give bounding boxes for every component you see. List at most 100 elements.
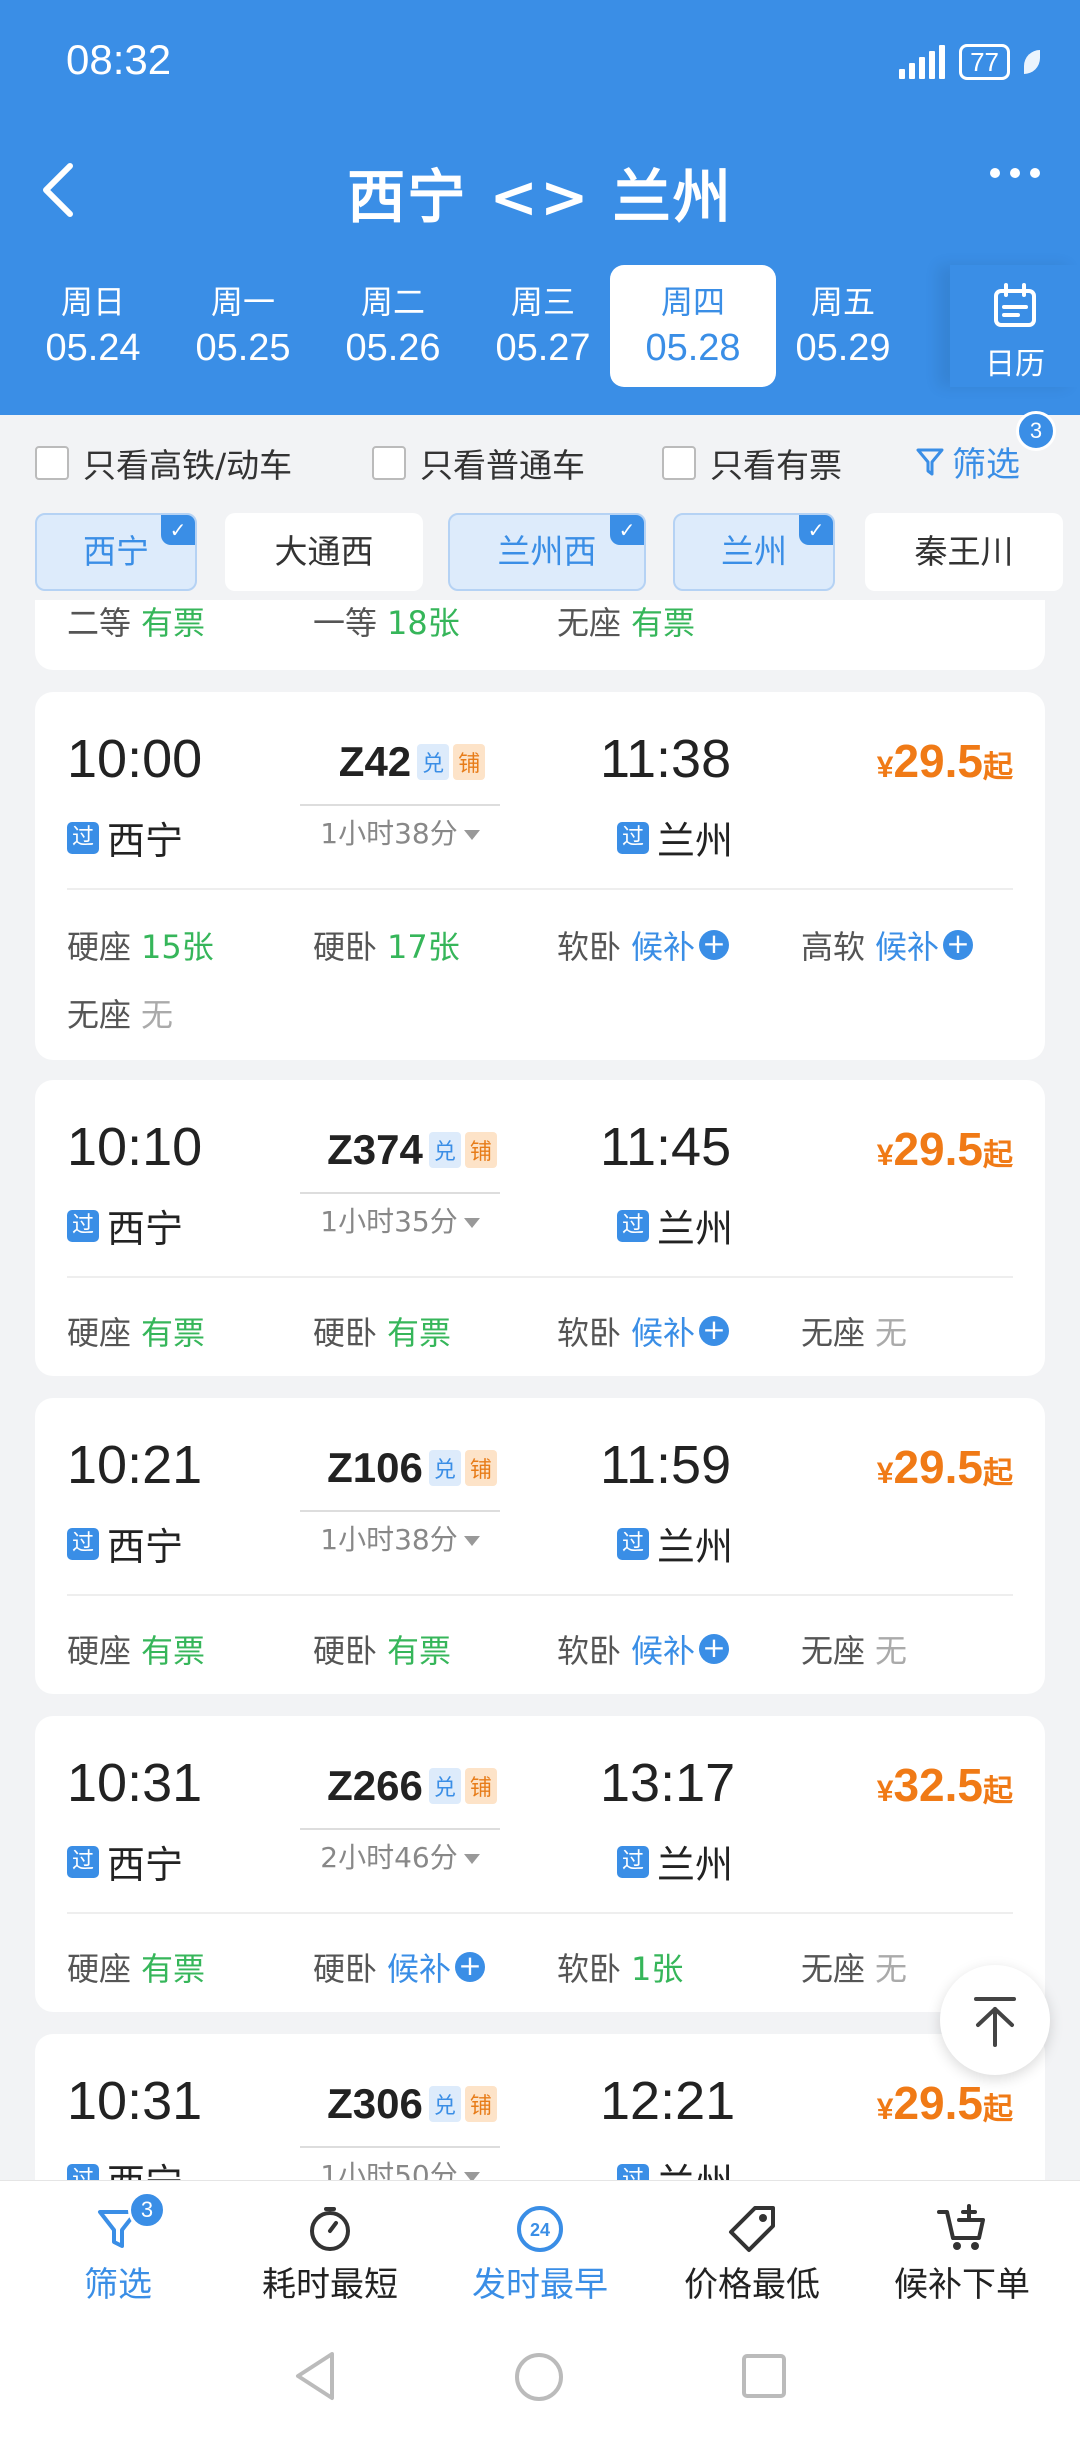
train-card[interactable]: 10:31 过 西宁 Z266 兑铺 2小时46分 13:17 过 兰州 ¥32.…	[35, 1716, 1045, 2012]
seat-availability: 有票	[387, 1314, 452, 1352]
departure-time: 10:31	[67, 1753, 203, 1813]
arrival-time: 11:59	[600, 1435, 732, 1495]
seat-info: 硬卧 17张	[313, 922, 460, 968]
pass-through-badge: 过	[617, 1527, 649, 1560]
departure-time: 10:00	[67, 729, 203, 789]
waitlist-order-tab[interactable]: 候补下单	[854, 2201, 1070, 2306]
plus-circle-icon: +	[699, 1634, 730, 1664]
departure-station: 过 西宁	[67, 2152, 183, 2180]
station-chip-selected[interactable]: 西宁 ✓	[35, 513, 197, 591]
high-speed-checkbox[interactable]: 只看高铁/动车	[35, 439, 292, 487]
seat-info: 硬座 有票	[67, 1308, 205, 1354]
price-suffix: 起	[983, 1139, 1013, 1172]
plus-circle-icon: +	[455, 1952, 486, 1982]
pass-through-badge: 过	[617, 821, 649, 854]
train-card[interactable]: 10:00 过 西宁 Z42 兑铺 1小时38分 11:38 过 兰州 ¥29.5…	[35, 692, 1045, 1060]
seat-label: 一等	[313, 604, 378, 642]
date-tab[interactable]: 周三 05.27	[468, 265, 618, 387]
station-chip[interactable]: 大通西	[225, 513, 423, 591]
price: ¥29.5起	[877, 1440, 1013, 1494]
seat-info-waitlist[interactable]: 软卧 候补 +	[557, 922, 730, 968]
exchange-tag: 兑	[428, 1768, 461, 1804]
arrival-time: 12:21	[600, 2071, 736, 2131]
departure-station: 过 西宁	[67, 1198, 183, 1253]
train-card[interactable]: 10:31 过 西宁 Z306兑铺 1小时50分 12:21 过 兰州 ¥29.…	[35, 2034, 1045, 2180]
seat-label: 无座	[801, 1632, 866, 1670]
date-tab[interactable]: 周五 05.29	[768, 265, 918, 387]
station-chip-label: 大通西	[274, 532, 374, 571]
seat-label: 硬卧	[313, 1632, 378, 1670]
battery-icon: 77	[959, 44, 1010, 80]
earliest-departure-tab[interactable]: 24 发时最早	[432, 2201, 648, 2306]
seat-availability: 无	[875, 1314, 908, 1352]
station-name: 西宁	[107, 1207, 184, 1251]
train-card-partial[interactable]: 二等 有票 一等 18张 无座 有票	[35, 600, 1045, 670]
home-circle-icon[interactable]	[512, 2350, 566, 2404]
station-chip-label: 兰州西	[497, 532, 597, 571]
date-tab-selected[interactable]: 周四 05.28	[610, 265, 776, 387]
pass-through-badge: 过	[617, 1845, 649, 1878]
departure-time: 10:21	[67, 1435, 203, 1495]
back-triangle-icon[interactable]	[292, 2350, 338, 2402]
departure-station: 过 西宁	[67, 810, 183, 865]
date-tab[interactable]: 周二 05.26	[318, 265, 468, 387]
date-value: 05.24	[45, 327, 141, 369]
seat-info-waitlist[interactable]: 高软 候补 +	[801, 922, 974, 968]
train-card[interactable]: 10:21 过 西宁 Z106 兑铺 1小时38分 11:59 过 兰州 ¥29.…	[35, 1398, 1045, 1694]
filter-tab[interactable]: 3 筛选	[10, 2191, 226, 2306]
duration-toggle[interactable]: 1小时50分	[300, 2146, 500, 2180]
scroll-to-top-button[interactable]	[940, 1965, 1050, 2075]
seat-label: 无座	[801, 1950, 866, 1988]
price: ¥29.5起	[877, 2076, 1013, 2130]
lowest-price-tab[interactable]: 价格最低	[644, 2201, 860, 2306]
date-value: 05.28	[645, 327, 741, 369]
divider	[67, 888, 1013, 890]
seat-info: 硬座 有票	[67, 1944, 205, 1990]
price-suffix: 起	[983, 1775, 1013, 1808]
seat-availability: 无	[141, 996, 174, 1034]
pass-through-badge: 过	[67, 2163, 99, 2180]
train-card[interactable]: 10:10 过 西宁 Z374 兑铺 1小时35分 11:45 过 兰州 ¥29.…	[35, 1080, 1045, 1376]
seat-availability: 17张	[387, 928, 460, 966]
duration-toggle[interactable]: 1小时38分	[300, 1510, 500, 1558]
screen-filter-button[interactable]: 筛选 3	[916, 411, 1056, 486]
date-tab[interactable]: 周日 05.24	[18, 265, 168, 387]
price-value: 29.5	[893, 1441, 983, 1493]
train-number: Z374 兑铺	[307, 1126, 517, 1174]
calendar-label: 日历	[985, 347, 1045, 382]
seat-info-waitlist[interactable]: 软卧 候补 +	[557, 1308, 730, 1354]
arrival-time: 11:38	[600, 729, 732, 789]
price-suffix: 起	[983, 1457, 1013, 1490]
train-code: Z42	[338, 738, 412, 785]
date-tab[interactable]: 周一 05.25	[168, 265, 318, 387]
train-number: Z106 兑铺	[307, 1444, 517, 1492]
date-weekday: 周一	[210, 283, 275, 321]
duration-toggle[interactable]: 1小时38分	[300, 804, 500, 852]
seat-label: 硬卧	[313, 1950, 378, 1988]
checkbox-icon	[662, 446, 696, 480]
seat-label: 无座	[67, 996, 132, 1034]
calendar-button[interactable]: 日历	[950, 265, 1080, 387]
station-chip-selected[interactable]: 兰州 ✓	[673, 513, 835, 591]
seat-info: 硬座 有票	[67, 1626, 205, 1672]
seat-availability: 有票	[141, 1632, 206, 1670]
plus-circle-icon: +	[699, 1316, 730, 1346]
train-list[interactable]: 二等 有票 一等 18张 无座 有票 10:00 过 西宁 Z42 兑铺 1小时3…	[0, 600, 1080, 2180]
seat-availability: 18张	[387, 604, 460, 642]
seat-info: 一等 18张	[313, 600, 460, 644]
duration-toggle[interactable]: 1小时35分	[300, 1192, 500, 1240]
caret-down-icon	[463, 1218, 480, 1228]
station-chip[interactable]: 秦王川	[865, 513, 1063, 591]
normal-train-checkbox[interactable]: 只看普通车	[372, 439, 585, 487]
seat-info-waitlist[interactable]: 软卧 候补 +	[557, 1626, 730, 1672]
has-ticket-checkbox[interactable]: 只看有票	[662, 439, 842, 487]
recents-square-icon[interactable]	[740, 2352, 788, 2400]
station-chip-selected[interactable]: 兰州西 ✓	[448, 513, 646, 591]
seat-label: 软卧	[557, 1632, 622, 1670]
more-button[interactable]	[990, 168, 1040, 178]
seat-info-waitlist[interactable]: 硬卧 候补 +	[313, 1944, 486, 1990]
price-suffix: 起	[983, 751, 1013, 784]
duration-toggle[interactable]: 2小时46分	[300, 1828, 500, 1876]
pass-through-badge: 过	[617, 1209, 649, 1242]
shortest-duration-tab[interactable]: 耗时最短	[222, 2201, 438, 2306]
